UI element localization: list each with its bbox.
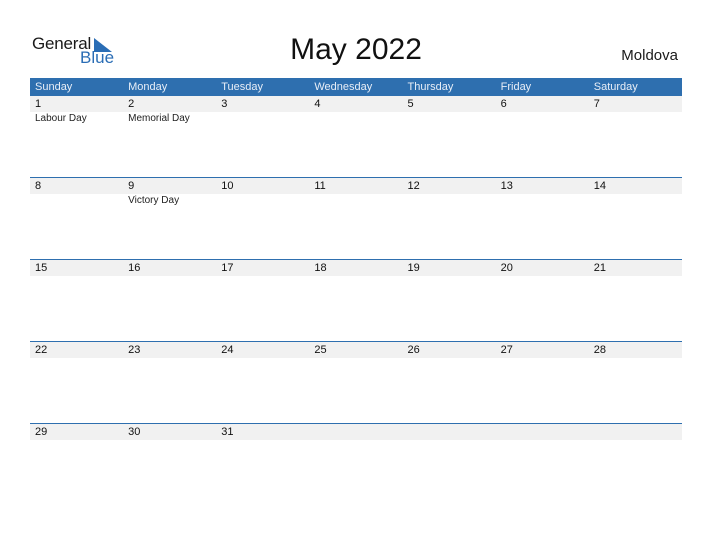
day-number: 28: [593, 344, 606, 356]
day-number: 23: [128, 344, 141, 356]
day-number: 5: [407, 98, 414, 110]
day-number: 25: [314, 344, 327, 356]
holiday-label: [309, 194, 402, 208]
day-number: 17: [221, 262, 234, 274]
holiday-label: [403, 112, 496, 126]
page-title: May 2022: [290, 33, 422, 66]
weekday-label: Saturday: [593, 81, 638, 93]
weekday-label: Friday: [500, 81, 532, 93]
holiday-label: [216, 112, 309, 126]
holiday-label: [589, 112, 682, 126]
weekday-label: Monday: [128, 81, 168, 93]
day-number-row: 29 30 31: [30, 424, 682, 440]
holiday-label: [403, 194, 496, 208]
weekday-label: Sunday: [35, 81, 73, 93]
day-number: 27: [500, 344, 513, 356]
day-number: 31: [221, 426, 234, 438]
day-number: 6: [500, 98, 507, 110]
country-label: Moldova: [621, 47, 678, 64]
day-number: 13: [500, 180, 513, 192]
day-number: 9: [128, 180, 135, 192]
day-number-row: 1 2 3 4 5 6 7: [30, 96, 682, 112]
day-number: [589, 424, 682, 440]
calendar-grid: Sunday Monday Tuesday Wednesday Thursday…: [30, 78, 682, 505]
day-number: 14: [593, 180, 606, 192]
day-number: [309, 424, 402, 440]
event-row: Victory Day: [30, 194, 682, 208]
day-number-row: 22 23 24 25 26 27 28: [30, 342, 682, 358]
day-number: 20: [500, 262, 513, 274]
day-number: 11: [314, 180, 326, 192]
holiday-label: [30, 194, 123, 208]
week-row: 15 16 17 18 19 20 21: [30, 259, 682, 341]
week-row: 8 9 10 11 12 13 14 Victory Day: [30, 177, 682, 259]
day-number-row: 8 9 10 11 12 13 14: [30, 178, 682, 194]
day-number: 12: [407, 180, 420, 192]
event-row: Labour Day Memorial Day: [30, 112, 682, 126]
holiday-label: Labour Day: [35, 113, 87, 124]
day-number: 19: [407, 262, 420, 274]
day-number: [496, 424, 589, 440]
day-number: [403, 424, 496, 440]
day-number: 16: [128, 262, 141, 274]
holiday-label: [496, 112, 589, 126]
holiday-label: Victory Day: [128, 195, 180, 206]
day-number: 26: [407, 344, 420, 356]
day-number: 21: [593, 262, 606, 274]
day-number-row: 15 16 17 18 19 20 21: [30, 260, 682, 276]
holiday-label: Memorial Day: [128, 113, 190, 124]
day-number: 29: [35, 426, 48, 438]
day-number: 15: [35, 262, 48, 274]
day-number: 1: [35, 98, 42, 110]
day-number: 3: [221, 98, 228, 110]
weekday-label: Wednesday: [314, 81, 373, 93]
holiday-label: [309, 112, 402, 126]
day-number: 24: [221, 344, 234, 356]
week-row: 1 2 3 4 5 6 7 Labour Day Memorial Day: [30, 96, 682, 177]
holiday-label: [496, 194, 589, 208]
day-number: 22: [35, 344, 48, 356]
week-row: 22 23 24 25 26 27 28: [30, 341, 682, 423]
holiday-label: [216, 194, 309, 208]
weekday-label: Tuesday: [221, 81, 264, 93]
day-number: 10: [221, 180, 234, 192]
day-number: 4: [314, 98, 321, 110]
day-number: 7: [593, 98, 600, 110]
day-number: 30: [128, 426, 141, 438]
holiday-label: [589, 194, 682, 208]
day-number: 8: [35, 180, 42, 192]
day-number: 18: [314, 262, 327, 274]
week-row: 29 30 31: [30, 423, 682, 505]
day-number: 2: [128, 98, 135, 110]
weekday-label: Thursday: [407, 81, 454, 93]
weekday-header: Sunday Monday Tuesday Wednesday Thursday…: [30, 78, 682, 96]
